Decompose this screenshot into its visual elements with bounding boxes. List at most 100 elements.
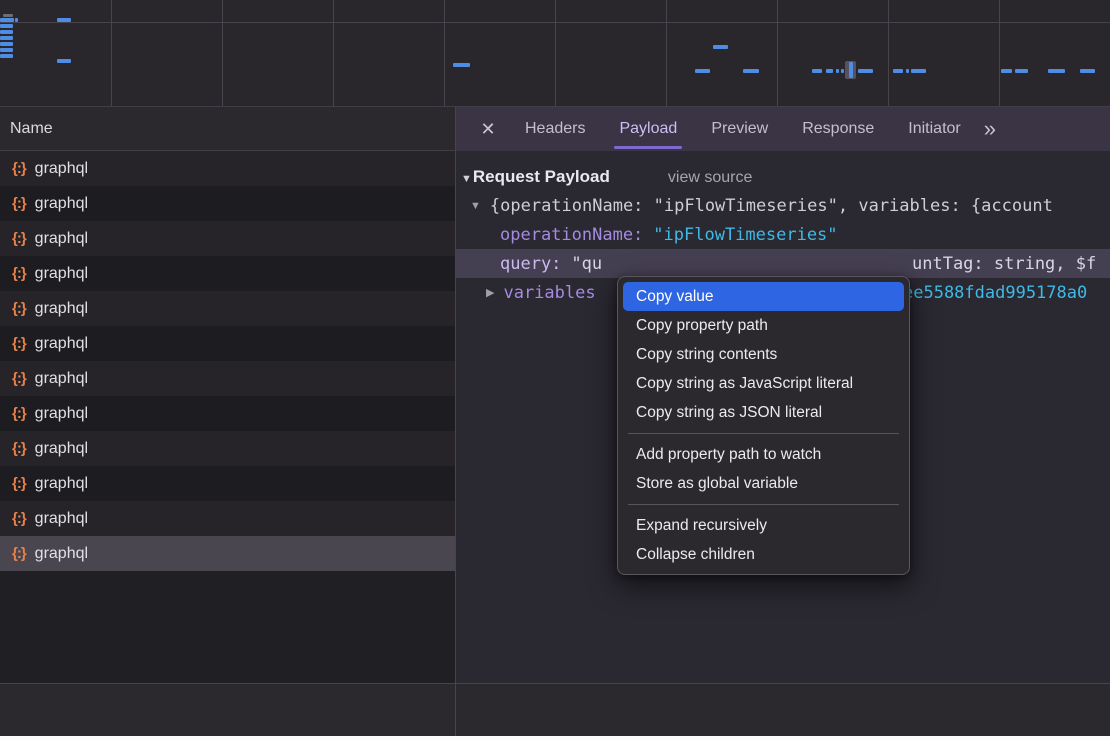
- tab-preview[interactable]: Preview: [694, 107, 785, 151]
- request-timing-bar: [0, 18, 14, 22]
- menu-item-store-as-global-variable[interactable]: Store as global variable: [623, 469, 904, 498]
- menu-item-copy-string-contents[interactable]: Copy string contents: [623, 340, 904, 369]
- json-request-icon: {:}: [12, 475, 26, 492]
- payload-operationname-row[interactable]: operationName: "ipFlowTimeseries": [456, 220, 1110, 249]
- json-request-icon: {:}: [12, 230, 26, 247]
- request-timing-bar: [0, 54, 13, 58]
- request-row[interactable]: {:}graphql: [0, 431, 455, 466]
- payload-query-row-selected[interactable]: query: "qu untTag: string, $f: [456, 249, 1110, 278]
- request-timing-bar: [1001, 69, 1012, 73]
- request-row[interactable]: {:}graphql: [0, 326, 455, 361]
- request-payload-header: ▼ Request Payload view source: [456, 151, 1110, 191]
- request-timing-bar: [57, 18, 71, 22]
- payload-root-row[interactable]: ▼ {operationName: "ipFlowTimeseries", va…: [456, 191, 1110, 220]
- request-timing-bar: [849, 62, 853, 78]
- request-row[interactable]: {:}graphql: [0, 501, 455, 536]
- panel-split-divider[interactable]: [455, 107, 456, 736]
- request-name-label: graphql: [35, 265, 88, 283]
- request-name-label: graphql: [35, 405, 88, 423]
- status-footer: [0, 683, 1110, 736]
- request-name-label: graphql: [35, 370, 88, 388]
- menu-item-copy-property-path[interactable]: Copy property path: [623, 311, 904, 340]
- request-name-label: graphql: [35, 440, 88, 458]
- json-request-icon: {:}: [12, 300, 26, 317]
- request-timing-bar: [0, 42, 13, 46]
- devtools-network-panel: Name ✕ HeadersPayloadPreviewResponseInit…: [0, 0, 1110, 740]
- request-name-label: graphql: [35, 160, 88, 178]
- request-timing-bar: [743, 69, 759, 73]
- menu-item-expand-recursively[interactable]: Expand recursively: [623, 511, 904, 540]
- name-column-header[interactable]: Name: [0, 107, 455, 151]
- request-row[interactable]: {:} graphql: [0, 221, 455, 256]
- more-tabs-icon[interactable]: »: [984, 116, 994, 142]
- property-value-continuation: untTag: string, $f: [912, 249, 1096, 278]
- section-collapse-icon[interactable]: ▼: [461, 173, 472, 185]
- details-tabbar: ✕ HeadersPayloadPreviewResponseInitiator…: [456, 107, 1110, 151]
- timeline-gridline: [777, 0, 778, 106]
- json-request-icon: {:}: [12, 405, 26, 422]
- request-timing-bar: [0, 36, 13, 40]
- tab-response[interactable]: Response: [785, 107, 891, 151]
- menu-item-copy-string-as-javascript-literal[interactable]: Copy string as JavaScript literal: [623, 369, 904, 398]
- json-request-icon: {:}: [12, 335, 26, 352]
- tab-headers[interactable]: Headers: [508, 107, 602, 151]
- request-timing-bar: [3, 14, 13, 17]
- request-row[interactable]: {:}graphql: [0, 186, 455, 221]
- request-name-label: graphql: [35, 475, 88, 493]
- context-menu: Copy valueCopy property pathCopy string …: [617, 276, 910, 575]
- request-row[interactable]: {:} graphql: [0, 466, 455, 501]
- request-timing-bar: [15, 18, 18, 22]
- payload-root-preview: {operationName: "ipFlowTimeseries", vari…: [490, 196, 1053, 216]
- menu-item-copy-value[interactable]: Copy value: [623, 282, 904, 311]
- request-row[interactable]: {:} graphql: [0, 396, 455, 431]
- menu-item-copy-string-as-json-literal[interactable]: Copy string as JSON literal: [623, 398, 904, 427]
- request-name-label: graphql: [35, 510, 88, 528]
- request-row[interactable]: {:} graphql: [0, 256, 455, 291]
- property-value: "ipFlowTimeseries": [653, 225, 837, 245]
- request-timing-bar: [713, 45, 728, 49]
- timeline-gridline: [666, 0, 667, 106]
- timeline-gridline: [111, 0, 112, 106]
- request-timing-bar: [906, 69, 909, 73]
- menu-separator: [628, 433, 899, 434]
- request-timing-bar: [893, 69, 903, 73]
- request-timing-bar: [812, 69, 822, 73]
- request-row[interactable]: {:} graphql: [0, 151, 455, 186]
- request-row[interactable]: {:}graphql: [0, 361, 455, 396]
- network-overview-timeline[interactable]: [0, 0, 1110, 107]
- expand-triangle-icon[interactable]: ▶: [486, 286, 494, 299]
- request-row[interactable]: {:}graphql: [0, 536, 455, 571]
- request-name-label: graphql: [35, 545, 88, 563]
- name-column-label: Name: [10, 120, 53, 138]
- request-timing-bar: [841, 69, 844, 73]
- timeline-gridline: [999, 0, 1000, 106]
- request-row[interactable]: {:} graphql: [0, 291, 455, 326]
- property-key: variables: [503, 283, 595, 303]
- tab-payload[interactable]: Payload: [602, 107, 694, 151]
- property-value-start: "qu: [571, 254, 602, 274]
- menu-item-add-property-path-to-watch[interactable]: Add property path to watch: [623, 440, 904, 469]
- json-request-icon: {:}: [12, 195, 26, 212]
- request-name-label: graphql: [35, 300, 88, 318]
- menu-item-collapse-children[interactable]: Collapse children: [623, 540, 904, 569]
- request-timing-bar: [0, 24, 13, 28]
- json-request-icon: {:}: [12, 265, 26, 282]
- request-timing-bar: [0, 48, 13, 52]
- timeline-gridline: [333, 0, 334, 106]
- tab-initiator[interactable]: Initiator: [891, 107, 977, 151]
- json-request-icon: {:}: [12, 160, 26, 177]
- view-source-link[interactable]: view source: [668, 169, 752, 187]
- timeline-gridline: [222, 0, 223, 106]
- property-key: query:: [500, 254, 561, 274]
- request-timing-bar: [453, 63, 470, 67]
- request-list: {:} graphql {:} graphql {:} graphql {:} graphql…: [0, 151, 455, 683]
- detail-tabs: HeadersPayloadPreviewResponseInitiator: [508, 107, 978, 151]
- timeline-gridline: [888, 0, 889, 106]
- request-timing-bar: [0, 30, 13, 34]
- close-icon[interactable]: ✕: [468, 119, 508, 140]
- request-name-label: graphql: [35, 230, 88, 248]
- request-timing-bar: [1048, 69, 1065, 73]
- expand-triangle-icon[interactable]: ▼: [470, 200, 481, 212]
- request-payload-title: Request Payload: [473, 167, 610, 187]
- request-timing-bar: [858, 69, 873, 73]
